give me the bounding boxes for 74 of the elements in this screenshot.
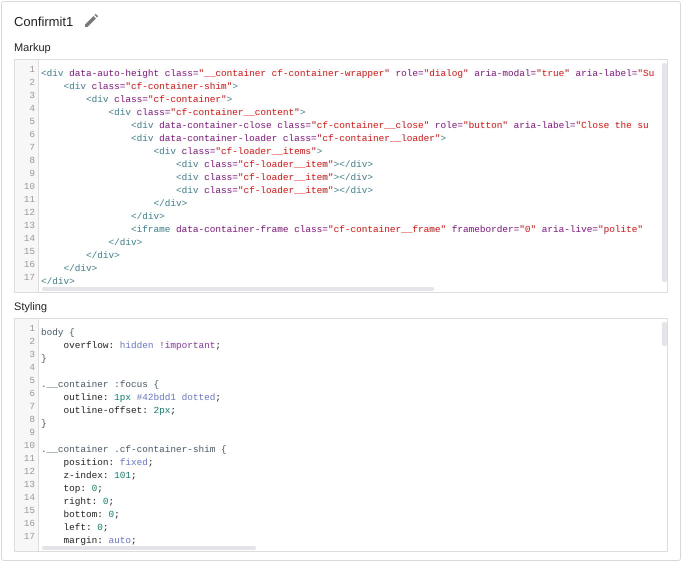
code-line: position: fixed;	[62, 457, 154, 468]
line-number: 6	[29, 128, 35, 141]
code-line: outline: 1px #42bdd1 dotted;	[62, 392, 222, 403]
line-number: 4	[29, 102, 35, 115]
line-number: 10	[24, 180, 35, 193]
line-number: 10	[24, 439, 35, 452]
code-line: bottom: 0;	[62, 509, 120, 520]
code-line: overflow: hidden !important;	[62, 340, 222, 351]
line-number: 15	[24, 504, 35, 517]
code-line: margin: auto;	[62, 535, 137, 546]
line-number: 2	[29, 76, 35, 89]
line-number: 8	[29, 413, 35, 426]
line-number: 5	[29, 115, 35, 128]
code-line: </div>	[152, 198, 188, 209]
code-line: body {	[41, 327, 75, 338]
line-number: 11	[24, 193, 35, 206]
line-number: 9	[29, 167, 35, 180]
title: Confirmit1	[14, 14, 74, 28]
code-line: outline-offset: 2px;	[62, 405, 176, 416]
code-line: <div data-container-loader class="cf-container__loader">	[130, 133, 446, 144]
code-line: <div data-container-close class="cf-container__close" role="button" aria-label="Close the su	[130, 120, 649, 131]
line-number: 3	[29, 348, 35, 361]
code-line: .__container :focus {	[41, 379, 160, 390]
code-line: </div>	[85, 250, 120, 261]
code-line: <div class="cf-container">	[85, 94, 232, 105]
line-number: 16	[24, 258, 35, 271]
code-line: z-index: 101;	[62, 470, 137, 481]
code-line: <div class="cf-loader__item"></div>	[175, 172, 373, 183]
line-number: 14	[24, 232, 35, 245]
code-line: <div class="cf-container-shim">	[62, 81, 238, 92]
horizontal-scrollbar[interactable]	[42, 546, 256, 550]
code-line: left: 0;	[62, 522, 109, 533]
line-number: 9	[29, 426, 35, 439]
code-line: top: 0;	[62, 483, 103, 494]
code-line: </div>	[62, 263, 98, 274]
line-number: 14	[24, 491, 35, 504]
code-line: right: 0;	[62, 496, 114, 507]
line-number: 12	[24, 206, 35, 219]
line-number: 6	[29, 387, 35, 400]
vertical-scrollbar[interactable]	[662, 63, 667, 282]
line-number: 16	[24, 517, 35, 530]
line-number: 15	[24, 245, 35, 258]
line-number: 4	[29, 361, 35, 374]
code-line: <div class="cf-container__content">	[108, 107, 306, 118]
line-number: 5	[29, 374, 35, 387]
code-line: </div>	[41, 276, 75, 287]
line-number: 17	[24, 530, 35, 543]
line-number: 2	[29, 335, 35, 348]
line-number: 12	[24, 465, 35, 478]
code-line: .__container .cf-container-shim {	[41, 444, 227, 455]
code-line: <div data-auto-height class="__container cf-container-wrapper" role="dialog" aria-modal="true" aria-label="Su	[41, 68, 654, 79]
code-line: <iframe data-container-frame class="cf-container__frame" frameborder="0" aria-live="polite"	[130, 224, 644, 235]
line-number: 17	[24, 271, 35, 284]
code-line: <div class="cf-loader__item"></div>	[175, 185, 373, 196]
code-line: <div class="cf-loader__item"></div>	[175, 159, 373, 170]
line-number: 13	[24, 478, 35, 491]
code-line: <div class="cf-loader__items">	[152, 146, 322, 157]
line-number: 1	[29, 63, 35, 76]
section-label: Styling	[14, 301, 48, 313]
code-line: }	[41, 418, 47, 429]
line-number: 7	[29, 141, 35, 154]
line-number: 7	[29, 400, 35, 413]
code-line: }	[41, 353, 47, 364]
line-number: 13	[24, 219, 35, 232]
line-number: 1	[29, 322, 35, 335]
line-number: 3	[29, 89, 35, 102]
code-line: </div>	[130, 211, 165, 222]
edit-icon[interactable]	[83, 13, 100, 29]
code-line: </div>	[108, 237, 142, 248]
horizontal-scrollbar[interactable]	[42, 287, 434, 291]
vertical-scrollbar[interactable]	[662, 322, 667, 346]
line-number: 8	[29, 154, 35, 167]
line-number: 11	[24, 452, 35, 465]
section-label: Markup	[14, 42, 52, 54]
